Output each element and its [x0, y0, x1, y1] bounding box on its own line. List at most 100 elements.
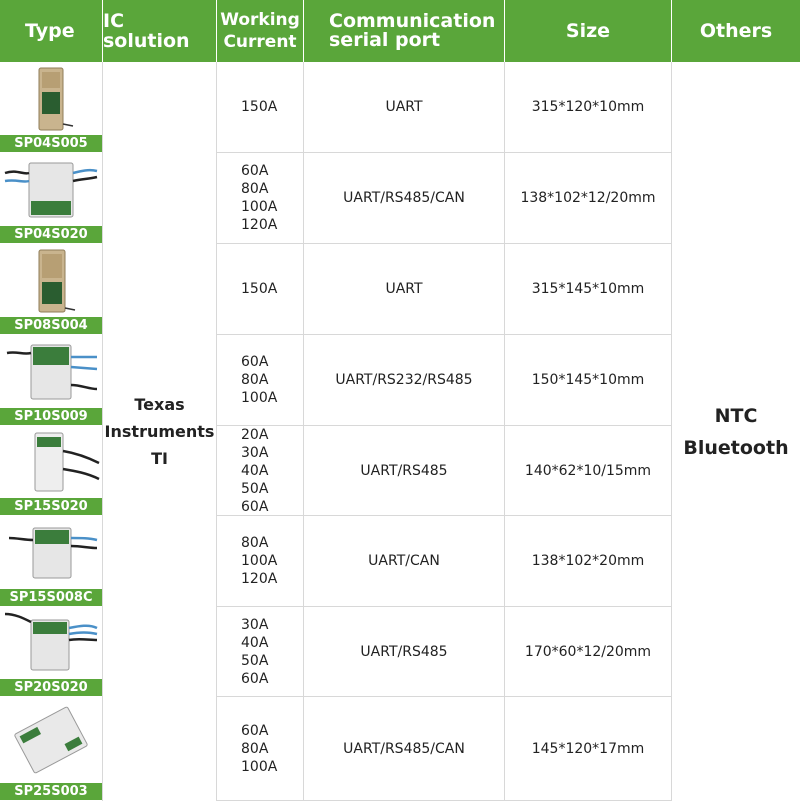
current-value: 100A: [241, 199, 278, 215]
port-value: UART/RS232/RS485: [335, 372, 473, 388]
type-cell: SP04S005: [0, 62, 103, 153]
type-label: SP10S009: [0, 408, 102, 426]
current-value: 60A: [241, 498, 269, 515]
type-cell: SP15S020: [0, 426, 103, 516]
current-value: 60A: [241, 722, 269, 739]
header-working-current: Working Current: [217, 0, 304, 62]
port-cell: UART/RS485/CAN: [304, 697, 505, 801]
current-cell: 150A: [217, 62, 304, 153]
type-label: SP15S008C: [0, 589, 102, 607]
current-value: 100A: [241, 553, 278, 569]
size-cell: 138*102*20mm: [505, 516, 672, 607]
header-others: Others: [672, 0, 800, 62]
ic-line-3: TI: [151, 449, 168, 468]
size-value: 145*120*17mm: [531, 740, 645, 757]
size-value: 150*145*10mm: [531, 372, 645, 388]
current-value: 150A: [241, 99, 278, 115]
current-value: 40A: [241, 634, 269, 651]
port-value: UART: [385, 281, 423, 297]
current-value: 60A: [241, 354, 269, 370]
size-value: 140*62*10/15mm: [524, 462, 652, 479]
type-label: SP08S004: [0, 317, 102, 335]
current-value: 80A: [241, 740, 269, 757]
bms-board-image: [0, 244, 102, 317]
header-ic-label: IC solution: [103, 10, 190, 52]
port-cell: UART: [304, 244, 505, 335]
size-cell: 170*60*12/20mm: [505, 607, 672, 697]
bms-board-icon: [38, 249, 76, 312]
others-cell: NTC Bluetooth: [672, 62, 800, 801]
port-value: UART/RS485: [360, 643, 448, 660]
header-type: Type: [0, 0, 103, 62]
type-label: SP25S003: [0, 783, 102, 801]
current-value: 120A: [241, 217, 278, 233]
type-label: SP04S020: [0, 226, 102, 244]
current-value: 40A: [241, 462, 269, 479]
bms-board-image: [0, 607, 102, 679]
current-value: 30A: [241, 444, 269, 461]
size-cell: 140*62*10/15mm: [505, 426, 672, 516]
size-cell: 315*145*10mm: [505, 244, 672, 335]
port-value: UART: [385, 99, 423, 115]
port-cell: UART/RS485: [304, 426, 505, 516]
port-cell: UART/RS485: [304, 607, 505, 697]
bms-board-image: [0, 62, 102, 135]
type-cell: SP20S020: [0, 607, 103, 697]
header-comm-line2: serial port: [329, 29, 441, 51]
header-ic-solution: IC solution: [103, 0, 217, 62]
size-cell: 145*120*17mm: [505, 697, 672, 801]
header-type-label: Type: [25, 20, 75, 42]
size-value: 170*60*12/20mm: [524, 643, 652, 660]
type-cell: SP04S020: [0, 153, 103, 244]
bms-board-icon: [38, 67, 74, 130]
current-value: 50A: [241, 480, 269, 497]
type-cell: SP08S004: [0, 244, 103, 335]
port-cell: UART/RS232/RS485: [304, 335, 505, 426]
bms-board-icon: [4, 162, 98, 217]
current-value: 100A: [241, 390, 278, 406]
port-value: UART/CAN: [368, 553, 440, 569]
current-value: 150A: [241, 281, 278, 297]
bms-board-image: [0, 426, 102, 498]
header-size-label: Size: [565, 20, 611, 42]
type-label: SP15S020: [0, 498, 102, 516]
bms-board-image: [0, 697, 102, 783]
size-cell: 138*102*12/20mm: [505, 153, 672, 244]
bms-board-image: [0, 335, 102, 408]
spec-table: Type IC solution Working Current Communi…: [0, 0, 800, 801]
type-cell: SP10S009: [0, 335, 103, 426]
port-value: UART/RS485: [360, 462, 448, 479]
size-value: 138*102*12/20mm: [520, 190, 656, 206]
current-cell: 60A 80A 100A: [217, 335, 304, 426]
port-value: UART/RS485/CAN: [343, 740, 465, 757]
header-communication: Communication serial port: [304, 0, 505, 62]
size-value: 315*120*10mm: [531, 99, 645, 115]
current-cell: 60A 80A 100A: [217, 697, 304, 801]
header-current-line1: Working: [220, 10, 300, 30]
port-cell: UART/RS485/CAN: [304, 153, 505, 244]
header-size: Size: [505, 0, 672, 62]
others-line-2: Bluetooth: [683, 436, 789, 459]
bms-board-icon: [6, 344, 98, 399]
bms-board-icon: [4, 612, 98, 671]
port-cell: UART: [304, 62, 505, 153]
type-label: SP20S020: [0, 679, 102, 697]
ic-solution-cell: Texas Instruments TI: [103, 62, 217, 801]
current-value: 120A: [241, 571, 278, 587]
current-value: 20A: [241, 426, 269, 443]
size-value: 138*102*20mm: [531, 553, 645, 569]
port-value: UART/RS485/CAN: [343, 190, 465, 206]
current-cell: 20A 30A 40A 50A 60A: [217, 426, 304, 516]
current-value: 80A: [241, 181, 269, 197]
current-value: 80A: [241, 535, 269, 551]
type-label: SP04S005: [0, 135, 102, 153]
bms-board-image: [0, 153, 102, 226]
size-cell: 315*120*10mm: [505, 62, 672, 153]
bms-board-icon: [34, 432, 100, 492]
size-cell: 150*145*10mm: [505, 335, 672, 426]
current-value: 60A: [241, 670, 269, 687]
current-value: 80A: [241, 372, 269, 388]
size-value: 315*145*10mm: [531, 281, 645, 297]
type-cell: SP15S008C: [0, 516, 103, 607]
type-cell: SP25S003: [0, 697, 103, 801]
